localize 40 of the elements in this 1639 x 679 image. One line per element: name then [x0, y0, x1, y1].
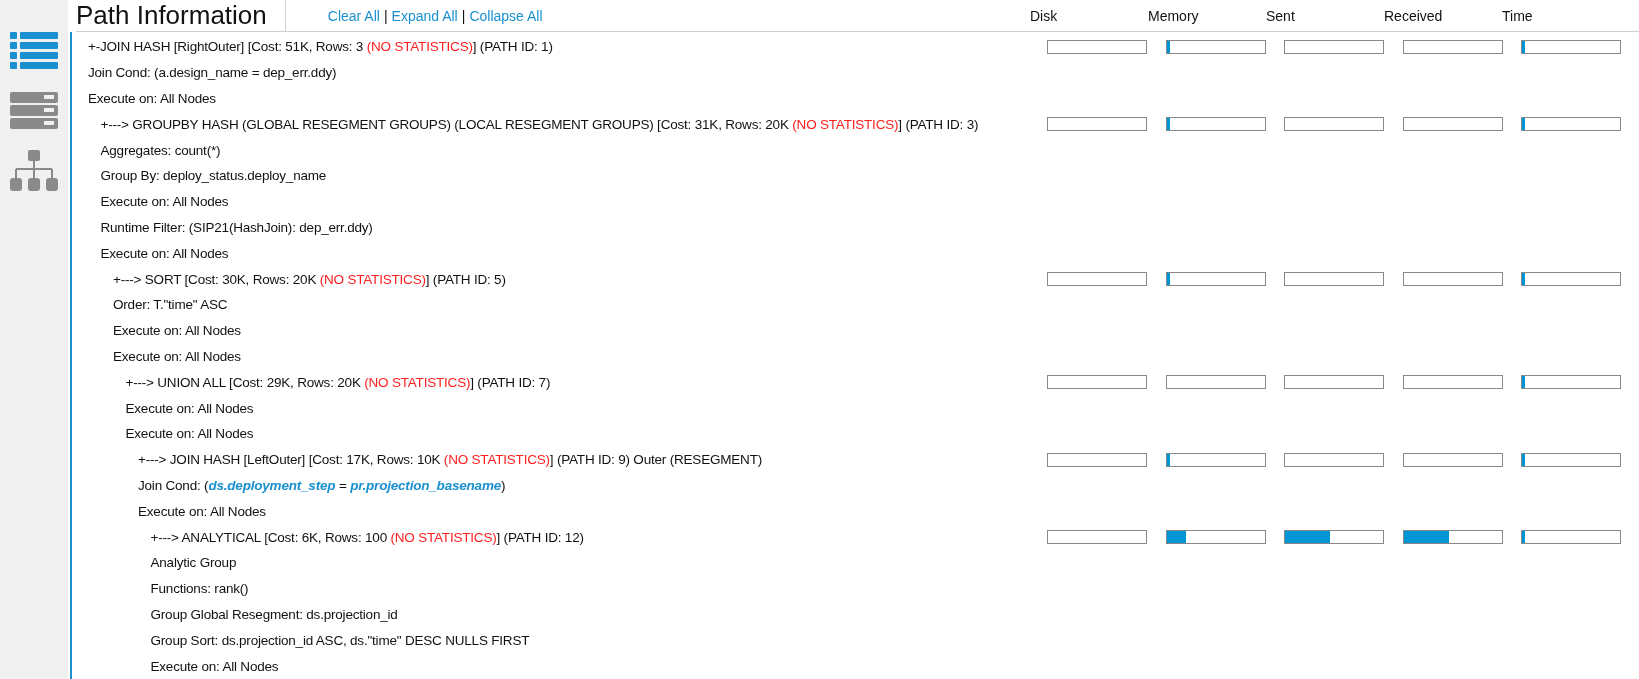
plan-detail-line: Execute on: All Nodes — [112, 323, 242, 339]
column-header: Memory — [1148, 7, 1200, 24]
plan-detail-line: Execute on: All Nodes — [137, 503, 267, 519]
column-header: Disk — [1030, 7, 1059, 24]
plan-detail-line: Group Global Resegment: ds.projection_id — [149, 606, 399, 622]
server-icon — [10, 91, 58, 131]
plan-detail-line: Execute on: All Nodes — [124, 426, 255, 442]
column-header: Time — [1502, 7, 1534, 24]
page-title: Path Information — [76, 0, 286, 31]
plan-detail-line: Order: T."time" ASC — [112, 297, 229, 313]
plan-detail-line: Execute on: All Nodes — [87, 91, 217, 106]
plan-detail-line: Aggregates: count(*) — [99, 142, 222, 158]
plan-detail-line: Execute on: All Nodes — [149, 658, 280, 674]
plan-node-title[interactable]: +---> ANALYTICAL [Cost: 6K, Rows: 100 (NO STATISTICS)] (PATH ID: 12) — [72, 529, 1039, 545]
sidebar-item[interactable] — [8, 148, 60, 194]
plan-detail-line: Execute on: All Nodes — [99, 194, 230, 210]
column-header: Received — [1384, 7, 1444, 24]
plan-node-title[interactable]: +-JOIN HASH [RightOuter] [Cost: 51K, Rows: 3 (NO STATISTICS)] (PATH ID: 1) — [72, 39, 1039, 55]
plan-node-title[interactable]: +---> JOIN HASH [LeftOuter] [Cost: 17K, Rows: 10K (NO STATISTICS)] (PATH ID: 9) Outer (RESEGMENT) — [72, 452, 1039, 468]
plan-detail-line: Execute on: All Nodes — [99, 245, 230, 261]
plan-detail-line: Group By: deploy_status.deploy_name — [99, 168, 328, 184]
link-separator: | — [461, 7, 466, 24]
plan-detail-line: Execute on: All Nodes — [112, 348, 242, 364]
plan-detail-line: Analytic Group — [149, 555, 238, 571]
toolbar-link[interactable]: Collapse All — [469, 7, 543, 24]
plan-detail-line: Runtime Filter: (SIP21(HashJoin): dep_err.ddy) — [99, 219, 374, 235]
plan-node-title[interactable]: +---> GROUPBY HASH (GLOBAL RESEGMENT GROUPS) (LOCAL RESEGMENT GROUPS) [Cost: 31K, Rows: 20K (NO STATISTICS)] (PATH ID: 3) — [72, 116, 1039, 132]
column-header: Sent — [1266, 7, 1296, 24]
toolbar-link[interactable]: Expand All — [391, 7, 458, 24]
list-icon — [10, 31, 58, 71]
link-separator: | — [383, 7, 388, 24]
plan-detail-line: Functions: rank() — [149, 581, 250, 597]
plan-node-title[interactable]: +---> UNION ALL [Cost: 29K, Rows: 20K (NO STATISTICS)] (PATH ID: 7) — [72, 374, 1039, 390]
plan-node-title[interactable]: +---> SORT [Cost: 30K, Rows: 20K (NO STATISTICS)] (PATH ID: 5) — [72, 271, 1039, 287]
plan-detail-line: Execute on: All Nodes — [124, 400, 255, 416]
plan-detail-line: Join Cond: (a.design_name = dep_err.ddy) — [87, 65, 338, 81]
toolbar-link[interactable]: Clear All — [327, 7, 380, 24]
plan-detail-line: Join Cond: (ds.deployment_step = pr.projection_basename) — [137, 477, 507, 493]
plan-detail-line: Group Sort: ds.projection_id ASC, ds."time" DESC NULLS FIRST — [149, 632, 531, 648]
hierarchy-icon — [10, 150, 58, 192]
